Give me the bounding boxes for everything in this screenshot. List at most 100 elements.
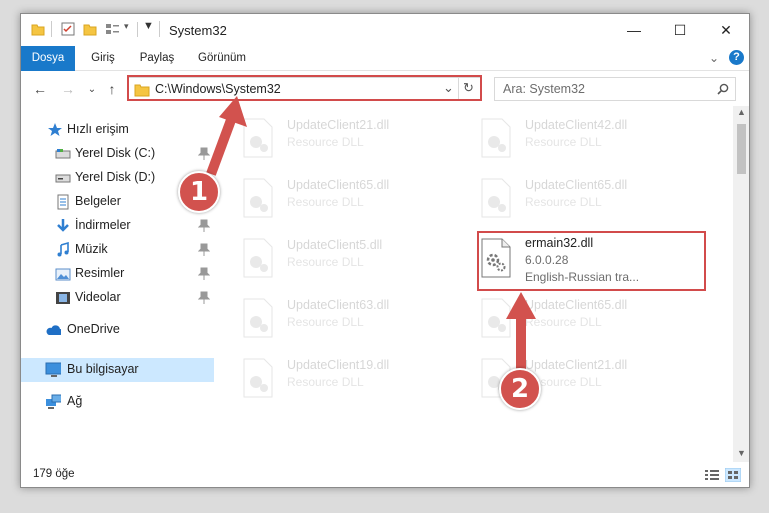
pin-icon [198, 219, 210, 232]
properties-icon[interactable] [61, 22, 75, 36]
file-tile[interactable]: UpdateClient21.dll Resource DLL [221, 116, 451, 162]
title-bar: ▾ ▼ System32 — ☐ ✕ [21, 14, 749, 46]
minimize-icon: — [627, 22, 641, 38]
file-name: UpdateClient5.dll [287, 238, 383, 252]
file-name: UpdateClient63.dll [287, 298, 390, 312]
pin-icon [198, 291, 210, 304]
tab-file[interactable]: Dosya [21, 46, 75, 71]
maximize-icon: ☐ [673, 21, 687, 38]
arrow-left-icon: ← [33, 81, 47, 97]
help-icon[interactable]: ? [729, 50, 744, 65]
sidebar-item-quick-access[interactable]: Hızlı erişim [21, 118, 214, 142]
file-name: UpdateClient65.dll [525, 298, 628, 312]
file-name: UpdateClient21.dll [287, 118, 390, 132]
file-name: UpdateClient42.dll [525, 118, 628, 132]
dll-file-icon [243, 298, 273, 338]
sidebar-item-label: İndirmeler [75, 218, 131, 232]
search-icon [717, 83, 729, 95]
file-tile[interactable]: UpdateClient42.dll Resource DLL [459, 116, 689, 162]
file-description: Resource DLL [525, 135, 602, 149]
network-icon [46, 394, 61, 409]
tab-share[interactable]: Paylaş [131, 46, 183, 71]
file-description: Resource DLL [287, 135, 364, 149]
sidebar-item-label: Yerel Disk (D:) [75, 170, 156, 184]
folder-icon [31, 24, 45, 36]
recent-locations-button[interactable]: ⌄ [83, 80, 101, 98]
view-options-icon[interactable] [105, 22, 121, 36]
documents-icon [57, 194, 69, 210]
highlight-ermain32-file [477, 231, 706, 291]
file-tile[interactable]: UpdateClient65.dll Resource DLL [459, 176, 689, 222]
dll-file-icon [481, 298, 511, 338]
sidebar-item-music[interactable]: Müzik [21, 238, 214, 262]
sidebar-item-label: Hızlı erişim [67, 122, 129, 136]
details-view-icon[interactable] [704, 469, 720, 481]
forward-button[interactable]: → [59, 80, 77, 98]
sidebar-item-onedrive[interactable]: OneDrive [21, 318, 214, 342]
up-button[interactable]: ↑ [103, 80, 121, 98]
videos-icon [56, 292, 70, 304]
file-description: Resource DLL [525, 195, 602, 209]
cloud-icon [46, 325, 61, 335]
pictures-icon [55, 268, 71, 281]
search-input[interactable]: Ara: System32 [494, 77, 736, 101]
computer-icon [45, 362, 61, 377]
download-icon [57, 219, 69, 232]
item-count: 179 öğe [33, 468, 75, 480]
maximize-button[interactable]: ☐ [657, 14, 703, 46]
step-badge-2: 2 [499, 368, 541, 410]
close-button[interactable]: ✕ [703, 14, 749, 46]
file-explorer-window: ▾ ▼ System32 — ☐ ✕ Dosya Giriş Paylaş Gö… [20, 13, 750, 488]
sidebar-item-label: Resimler [75, 266, 125, 280]
back-button[interactable]: ← [31, 80, 49, 98]
status-bar: 179 öğe [21, 462, 749, 487]
dll-file-icon [481, 178, 511, 218]
arrow-up-icon: ↑ [108, 81, 116, 97]
expand-ribbon-icon[interactable]: ⌄ [709, 51, 719, 65]
separator [51, 21, 52, 37]
vertical-scrollbar[interactable]: ▲ ▼ [733, 106, 749, 462]
file-tile[interactable]: UpdateClient65.dll Resource DLL [221, 176, 451, 222]
scrollbar-thumb[interactable] [737, 124, 746, 174]
sidebar-item-label: Ağ [67, 394, 83, 408]
file-tile[interactable]: UpdateClient63.dll Resource DLL [221, 296, 451, 342]
file-description: Resource DLL [525, 315, 602, 329]
file-name: UpdateClient19.dll [287, 358, 390, 372]
file-tile[interactable]: UpdateClient21.dll Resource DLL [459, 356, 689, 402]
sidebar-item-videos[interactable]: Videolar [21, 286, 214, 310]
large-icons-view-icon[interactable] [725, 468, 741, 482]
dll-file-icon [243, 238, 273, 278]
highlight-address-bar [127, 75, 482, 101]
music-icon [57, 242, 69, 257]
file-name: UpdateClient21.dll [525, 358, 628, 372]
drive-icon [55, 174, 71, 183]
scroll-up-icon[interactable]: ▲ [737, 107, 746, 117]
sidebar-item-downloads[interactable]: İndirmeler [21, 214, 214, 238]
step-badge-1: 1 [178, 171, 220, 213]
sidebar-item-network[interactable]: Ağ [21, 390, 214, 414]
arrow-right-icon: → [61, 81, 75, 97]
pin-icon [198, 267, 210, 280]
search-placeholder: Ara: System32 [503, 82, 585, 96]
navigation-pane: Hızlı erişim Yerel Disk (C:) Yerel Disk … [21, 112, 219, 460]
sidebar-item-this-pc[interactable]: Bu bilgisayar [21, 358, 214, 382]
dll-file-icon [243, 118, 273, 158]
close-icon: ✕ [720, 21, 732, 38]
tab-home[interactable]: Giriş [79, 46, 127, 71]
chevron-down-icon[interactable]: ▾ [124, 21, 129, 32]
file-description: Resource DLL [287, 375, 364, 389]
tab-view[interactable]: Görünüm [189, 46, 255, 71]
file-tile[interactable]: UpdateClient65.dll Resource DLL [459, 296, 689, 342]
file-description: Resource DLL [287, 255, 364, 269]
file-tile[interactable]: UpdateClient19.dll Resource DLL [221, 356, 451, 402]
file-tile[interactable]: UpdateClient5.dll Resource DLL [221, 236, 451, 282]
dll-file-icon [243, 358, 273, 398]
minimize-button[interactable]: — [611, 14, 657, 46]
pin-icon [198, 243, 210, 256]
new-folder-icon[interactable] [83, 22, 97, 36]
sidebar-item-pictures[interactable]: Resimler [21, 262, 214, 286]
sidebar-item-local-disk-c[interactable]: Yerel Disk (C:) [21, 142, 214, 166]
file-description: Resource DLL [287, 315, 364, 329]
customize-toolbar-icon[interactable]: ▼ [143, 20, 154, 32]
scroll-down-icon[interactable]: ▼ [737, 448, 746, 458]
